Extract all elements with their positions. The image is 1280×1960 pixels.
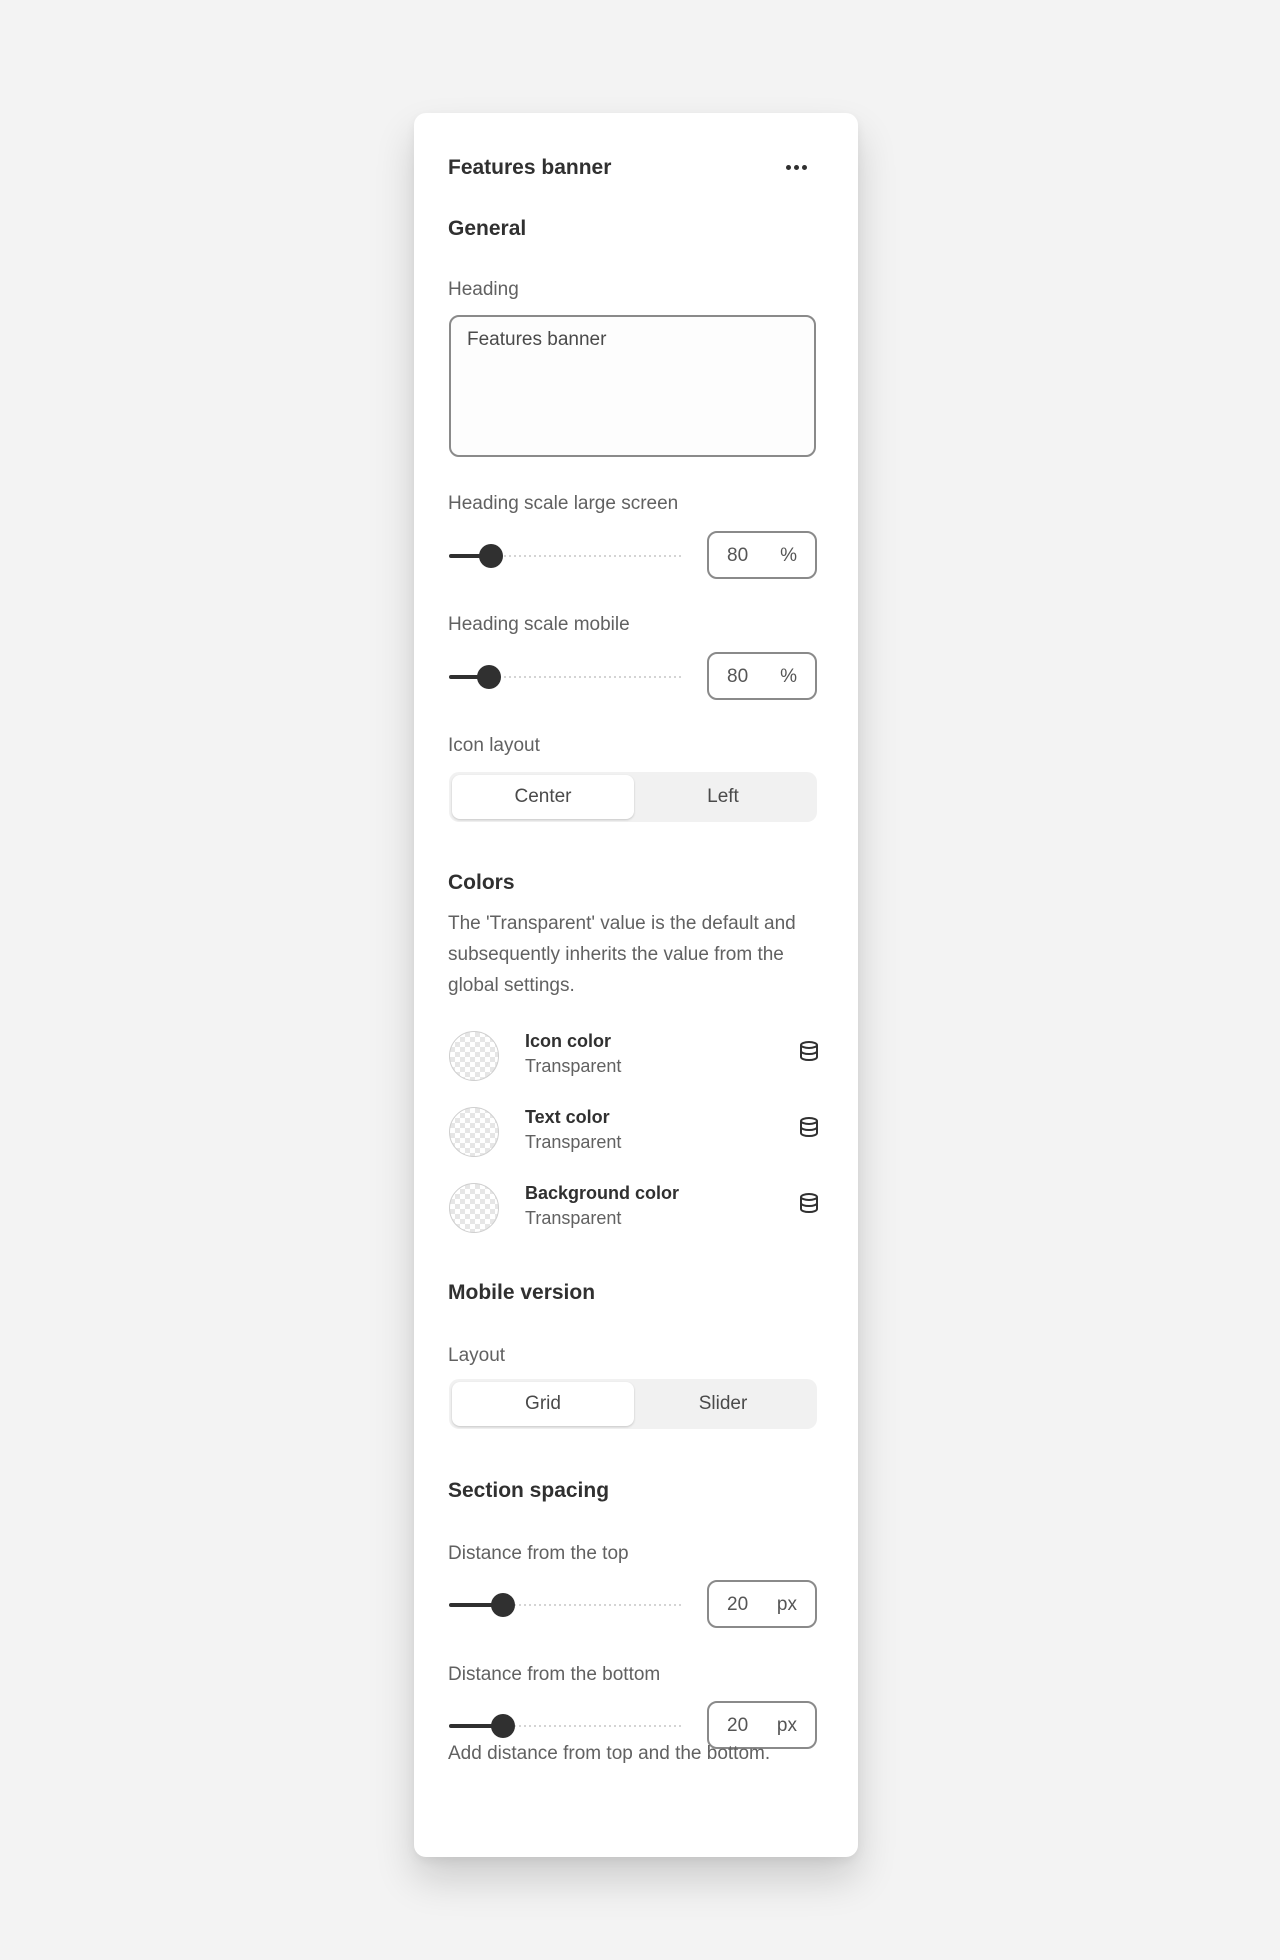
colors-description: The 'Transparent' value is the default a… xyxy=(448,913,796,996)
distance-top-unit: px xyxy=(776,1594,797,1615)
heading-scale-large-unit: % xyxy=(780,545,797,566)
heading-scale-large-label: Heading scale large screen xyxy=(448,493,679,514)
color-row-icon: Icon color Transparent xyxy=(449,1031,819,1085)
section-title-colors: Colors xyxy=(448,871,515,894)
distance-top-input[interactable]: 20 px xyxy=(707,1580,817,1628)
distance-top-value: 20 xyxy=(727,1594,749,1615)
heading-textarea[interactable]: Features banner xyxy=(449,315,816,457)
distance-bottom-slider[interactable] xyxy=(449,1712,681,1740)
heading-scale-large-input[interactable]: 80 % xyxy=(707,531,817,579)
icon-layout-option-center[interactable]: Center xyxy=(452,775,634,819)
text-color-value: Transparent xyxy=(525,1132,622,1152)
distance-top-label: Distance from the top xyxy=(448,1543,629,1564)
distance-bottom-label: Distance from the bottom xyxy=(448,1664,661,1685)
section-title-section-spacing: Section spacing xyxy=(448,1479,610,1502)
heading-scale-mobile-value: 80 xyxy=(727,666,749,687)
distance-bottom-value: 20 xyxy=(727,1715,749,1736)
icon-color-value: Transparent xyxy=(525,1056,622,1076)
section-title-mobile-version: Mobile version xyxy=(448,1281,596,1304)
mobile-layout-label: Layout xyxy=(448,1345,506,1366)
heading-scale-large-slider[interactable] xyxy=(449,542,681,570)
distance-bottom-unit: px xyxy=(776,1715,797,1736)
distance-top-slider[interactable] xyxy=(449,1591,681,1619)
icon-layout-label: Icon layout xyxy=(448,735,540,756)
heading-scale-mobile-label: Heading scale mobile xyxy=(448,614,630,635)
heading-label: Heading xyxy=(448,279,519,300)
heading-scale-mobile-slider[interactable] xyxy=(449,663,681,691)
heading-scale-large-value: 80 xyxy=(727,545,749,566)
more-options-icon[interactable] xyxy=(780,155,812,179)
section-title-general: General xyxy=(448,217,527,240)
text-color-name: Text color xyxy=(525,1107,610,1127)
icon-layout-option-left[interactable]: Left xyxy=(632,775,814,819)
mobile-layout-option-grid[interactable]: Grid xyxy=(452,1382,634,1426)
text-color-swatch[interactable] xyxy=(449,1107,499,1157)
database-icon[interactable] xyxy=(798,1116,820,1138)
database-icon[interactable] xyxy=(798,1192,820,1214)
color-row-text: Text color Transparent xyxy=(449,1107,819,1161)
color-row-background: Background color Transparent xyxy=(449,1183,819,1237)
background-color-value: Transparent xyxy=(525,1208,622,1228)
icon-layout-segmented-control: Center Left xyxy=(449,772,817,822)
database-icon[interactable] xyxy=(798,1040,820,1062)
icon-color-name: Icon color xyxy=(525,1031,612,1051)
panel-title: Features banner xyxy=(448,156,612,179)
heading-scale-mobile-input[interactable]: 80 % xyxy=(707,652,817,700)
mobile-layout-segmented-control: Grid Slider xyxy=(449,1379,817,1429)
icon-color-swatch[interactable] xyxy=(449,1031,499,1081)
settings-panel: Features banner General Heading Features… xyxy=(414,113,858,1857)
heading-scale-mobile-unit: % xyxy=(780,666,797,687)
mobile-layout-option-slider[interactable]: Slider xyxy=(632,1382,814,1426)
background-color-swatch[interactable] xyxy=(449,1183,499,1233)
background-color-name: Background color xyxy=(525,1183,680,1203)
spacing-hint: Add distance from top and the bottom. xyxy=(448,1743,771,1764)
